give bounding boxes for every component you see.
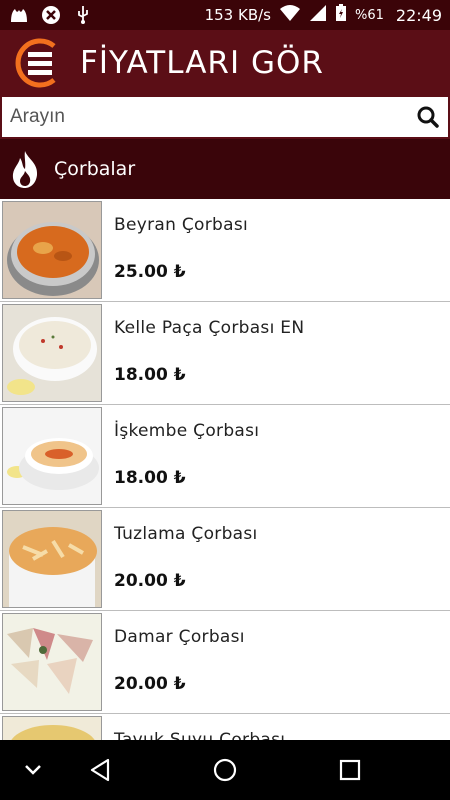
wifi-icon <box>279 4 301 26</box>
item-image <box>2 613 102 711</box>
item-info: İşkembe Çorbası 18.00 ₺ <box>102 405 450 507</box>
item-price: 20.00 ₺ <box>114 674 186 694</box>
battery-percent: %61 <box>354 7 384 23</box>
search-input[interactable] <box>2 97 408 137</box>
item-price: 20.00 ₺ <box>114 571 186 591</box>
page-title: FİYATLARI GÖR <box>80 45 324 81</box>
back-triangle-icon <box>90 758 110 782</box>
signal-icon <box>309 4 327 26</box>
list-item[interactable]: Damar Çorbası 20.00 ₺ <box>0 611 450 714</box>
nav-down-button[interactable] <box>13 750 53 790</box>
list-item[interactable]: Tuzlama Çorbası 20.00 ₺ <box>0 508 450 611</box>
nav-back-button[interactable] <box>80 750 120 790</box>
item-image <box>2 716 102 740</box>
hamburger-menu-icon <box>15 38 56 88</box>
item-info: Tavuk Suyu Çorbası <box>102 714 450 740</box>
list-item[interactable]: Beyran Çorbası 25.00 ₺ <box>0 199 450 302</box>
item-name: Damar Çorbası <box>114 627 245 647</box>
item-image <box>2 407 102 505</box>
app-bar: FİYATLARI GÖR <box>0 30 450 96</box>
item-price: 18.00 ₺ <box>114 468 186 488</box>
item-info: Damar Çorbası 20.00 ₺ <box>102 611 450 713</box>
notification-app-icon <box>8 4 30 26</box>
nav-home-button[interactable] <box>205 750 245 790</box>
system-nav-bar <box>0 740 450 800</box>
list-item[interactable]: İşkembe Çorbası 18.00 ₺ <box>0 405 450 508</box>
network-speed: 153 KB/s <box>204 6 271 24</box>
clock: 22:49 <box>395 5 442 25</box>
search-bar <box>0 96 450 139</box>
category-header[interactable]: Çorbalar <box>0 139 450 199</box>
item-name: Kelle Paça Çorbası EN <box>114 318 305 338</box>
battery-icon <box>335 4 347 26</box>
item-name: Tavuk Suyu Çorbası <box>114 730 286 740</box>
menu-button[interactable] <box>14 37 66 89</box>
status-bar: 153 KB/s %61 22:49 <box>0 0 450 30</box>
item-name: Beyran Çorbası <box>114 215 249 235</box>
status-icons-left <box>8 4 94 26</box>
search-icon <box>417 106 439 128</box>
search-button[interactable] <box>408 97 448 137</box>
item-name: İşkembe Çorbası <box>114 421 260 441</box>
item-info: Kelle Paça Çorbası EN 18.00 ₺ <box>102 302 450 404</box>
item-info: Beyran Çorbası 25.00 ₺ <box>102 199 450 301</box>
item-image <box>2 510 102 608</box>
list-item[interactable]: Tavuk Suyu Çorbası <box>0 714 450 740</box>
item-price: 25.00 ₺ <box>114 262 186 282</box>
chevron-down-icon <box>25 765 41 775</box>
item-info: Tuzlama Çorbası 20.00 ₺ <box>102 508 450 610</box>
menu-item-list[interactable]: Beyran Çorbası 25.00 ₺ Kelle Paça Çorbas… <box>0 199 450 740</box>
blocked-icon <box>40 4 62 26</box>
category-title: Çorbalar <box>54 158 136 180</box>
item-image <box>2 304 102 402</box>
recents-square-icon <box>339 759 361 781</box>
usb-icon <box>72 4 94 26</box>
item-image <box>2 201 102 299</box>
nav-recents-button[interactable] <box>330 750 370 790</box>
home-circle-icon <box>213 758 237 782</box>
status-icons-right: 153 KB/s %61 22:49 <box>205 4 442 26</box>
item-price: 18.00 ₺ <box>114 365 186 385</box>
list-item[interactable]: Kelle Paça Çorbası EN 18.00 ₺ <box>0 302 450 405</box>
item-name: Tuzlama Çorbası <box>114 524 258 544</box>
flame-icon <box>12 151 38 188</box>
